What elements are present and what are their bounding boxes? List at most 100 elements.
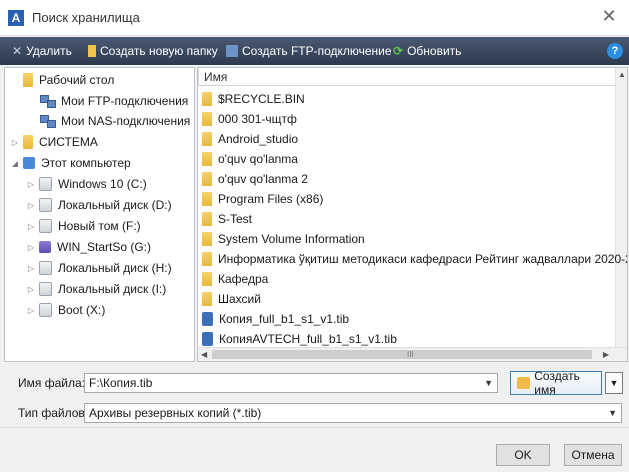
drive-icon (39, 177, 52, 191)
expand-arrow-icon[interactable]: ◢ (9, 159, 21, 168)
vertical-scrollbar[interactable]: ▲ (615, 68, 627, 347)
list-item[interactable]: o'quv qo'lanma 2 (202, 169, 308, 189)
column-header-name[interactable]: Имя (198, 68, 616, 86)
expand-arrow-icon[interactable]: ▷ (25, 243, 37, 252)
chevron-down-icon[interactable]: ▼ (608, 404, 617, 422)
tree-item-label: СИСТЕМА (39, 135, 98, 149)
list-item[interactable]: System Volume Information (202, 229, 365, 249)
folder-tree: Рабочий стол Мои FTP-подключения Мои NAS-п… (4, 67, 195, 362)
scroll-left-icon[interactable]: ◀ (201, 350, 207, 359)
chevron-down-icon[interactable]: ▼ (484, 374, 493, 392)
delete-button[interactable]: ✕ Удалить (12, 37, 72, 65)
tree-item[interactable]: ▷ Локальный диск (H:) (25, 258, 172, 278)
tree-item[interactable]: ▷ Новый том (F:) (25, 216, 141, 236)
network-icon (226, 45, 238, 57)
expand-arrow-icon[interactable]: ▷ (25, 222, 37, 231)
usb-drive-icon (39, 241, 51, 253)
tree-item[interactable]: Мои NAS-подключения (25, 111, 190, 131)
tree-item-label: Новый том (F:) (58, 219, 141, 233)
tree-item[interactable]: Мои FTP-подключения (25, 91, 188, 111)
scroll-thumb[interactable]: III (212, 350, 592, 359)
folder-icon (23, 73, 33, 87)
list-item[interactable]: S-Test (202, 209, 252, 229)
computer-icon (23, 157, 35, 169)
list-item-label: $RECYCLE.BIN (218, 92, 305, 106)
folder-icon (202, 172, 212, 186)
list-item-label: System Volume Information (218, 232, 365, 246)
tree-item[interactable]: ▷ Локальный диск (D:) (25, 195, 172, 215)
create-name-dropdown[interactable]: ▼ (605, 372, 623, 394)
filetype-label: Тип файлов: (18, 406, 89, 420)
folder-icon (23, 135, 33, 149)
expand-arrow-icon[interactable]: ▷ (25, 264, 37, 273)
delete-icon: ✕ (12, 44, 23, 58)
tree-item[interactable]: ▷ СИСТЕМА (9, 132, 98, 152)
file-icon (202, 312, 213, 326)
list-item-label: Кафедра (218, 272, 269, 286)
drive-icon (39, 282, 52, 296)
title-bar: A Поиск хранилища ✕ (0, 0, 629, 36)
horizontal-scrollbar[interactable]: ◀ III ▶ (198, 347, 627, 361)
list-item[interactable]: Информатика ўқитиш методикаси кафедраси … (202, 249, 627, 269)
list-item-label: Program Files (x86) (218, 192, 324, 206)
folder-icon (202, 232, 212, 246)
folder-icon (202, 152, 212, 166)
tag-icon (517, 377, 531, 389)
list-item[interactable]: Шахсий (202, 289, 261, 309)
help-icon[interactable]: ? (607, 43, 623, 59)
refresh-button[interactable]: ⟳ Обновить (393, 37, 461, 65)
scroll-right-icon[interactable]: ▶ (603, 350, 609, 359)
new-folder-label: Создать новую папку (100, 44, 218, 58)
filetype-select[interactable]: Архивы резервных копий (*.tib) ▼ (84, 403, 622, 423)
tree-item[interactable]: Рабочий стол (9, 70, 114, 90)
new-folder-button[interactable]: Создать новую папку (88, 37, 218, 65)
network-icon (39, 94, 56, 108)
create-name-button[interactable]: Создать имя (510, 369, 602, 397)
tree-item[interactable]: ▷ WIN_StartSo (G:) (25, 237, 151, 257)
tree-item-label: Boot (X:) (58, 303, 106, 317)
tree-item-label: Мои NAS-подключения (61, 114, 191, 128)
drive-icon (39, 198, 52, 212)
tree-item-label: WIN_StartSo (G:) (57, 240, 152, 254)
list-item[interactable]: o'quv qo'lanma (202, 149, 298, 169)
list-item[interactable]: КопияAVTECH_full_b1_s1_v1.tib (202, 329, 397, 349)
list-item[interactable]: Кафедра (202, 269, 268, 289)
folder-icon (202, 192, 212, 206)
folder-icon (202, 272, 212, 286)
expand-arrow-icon[interactable]: ▷ (25, 285, 37, 294)
tree-item-label: Рабочий стол (39, 73, 115, 87)
filename-field[interactable]: F:\Копия.tib ▼ (84, 373, 498, 393)
list-item-label: o'quv qo'lanma (218, 152, 298, 166)
close-icon[interactable]: ✕ (599, 6, 619, 26)
tree-item-label: Мои FTP-подключения (61, 94, 189, 108)
ok-button[interactable]: OK (496, 444, 550, 466)
list-item-label: S-Test (218, 212, 253, 226)
ftp-connection-button[interactable]: Создать FTP-подключение (226, 37, 392, 65)
expand-arrow-icon[interactable]: ▷ (25, 180, 37, 189)
cancel-button[interactable]: Отмена (564, 444, 622, 466)
filename-label: Имя файла: (18, 376, 85, 390)
folder-icon (88, 45, 96, 57)
tree-item[interactable]: ▷ Локальный диск (I:) (25, 279, 166, 299)
file-icon (202, 332, 213, 346)
window-title: Поиск хранилища (32, 10, 140, 25)
list-item-label: Копия_full_b1_s1_v1.tib (219, 312, 350, 326)
filename-value: F:\Копия.tib (89, 376, 153, 390)
list-item[interactable]: $RECYCLE.BIN (202, 89, 305, 109)
tree-item-label: Этот компьютер (41, 156, 131, 170)
expand-arrow-icon[interactable]: ▷ (9, 138, 21, 147)
list-item[interactable]: Program Files (x86) (202, 189, 323, 209)
tree-item[interactable]: ▷ Boot (X:) (25, 300, 105, 320)
folder-icon (202, 212, 212, 226)
list-item[interactable]: Копия_full_b1_s1_v1.tib (202, 309, 349, 329)
list-item[interactable]: 000 301-чщтф (202, 109, 297, 129)
tree-item-label: Локальный диск (D:) (58, 198, 172, 212)
list-item-label: Шахсий (218, 292, 261, 306)
folder-icon (202, 292, 212, 306)
tree-item[interactable]: ▷ Windows 10 (C:) (25, 174, 147, 194)
list-item[interactable]: Android_studio (202, 129, 298, 149)
scroll-up-icon[interactable]: ▲ (618, 70, 626, 79)
expand-arrow-icon[interactable]: ▷ (25, 201, 37, 210)
tree-item[interactable]: ◢ Этот компьютер (9, 153, 131, 173)
expand-arrow-icon[interactable]: ▷ (25, 306, 37, 315)
